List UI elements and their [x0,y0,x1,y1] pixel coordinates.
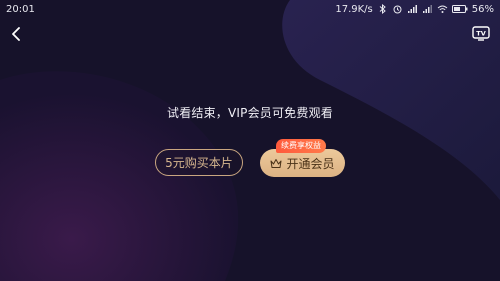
alarm-icon [392,4,403,14]
svg-text:TV: TV [476,30,485,38]
signal-icon [422,4,433,14]
back-button[interactable] [6,24,26,44]
network-speed: 17.9K/s [335,3,373,15]
open-vip-label: 开通会员 [286,156,335,171]
wifi-icon [437,4,448,14]
trial-ended-message: 试看结束，VIP会员可免费观看 [167,106,333,120]
buy-movie-button[interactable]: 5元购买本片 [155,149,243,176]
signal-icon [407,4,418,14]
battery-icon [451,4,468,14]
bluetooth-icon [377,3,388,15]
open-vip-button[interactable]: 开通会员 [260,149,345,177]
status-bar: 20:01 17.9K/s 56% [0,0,500,18]
crown-icon [270,158,282,168]
tv-cast-icon: TV [472,26,490,41]
renewal-benefit-badge: 续费享权益 [276,139,326,153]
tv-cast-button[interactable]: TV [472,25,490,41]
buy-movie-label: 5元购买本片 [165,156,233,170]
chevron-left-icon [12,27,20,41]
status-time: 20:01 [6,3,35,15]
battery-percent: 56% [471,3,494,15]
video-background [0,0,500,281]
